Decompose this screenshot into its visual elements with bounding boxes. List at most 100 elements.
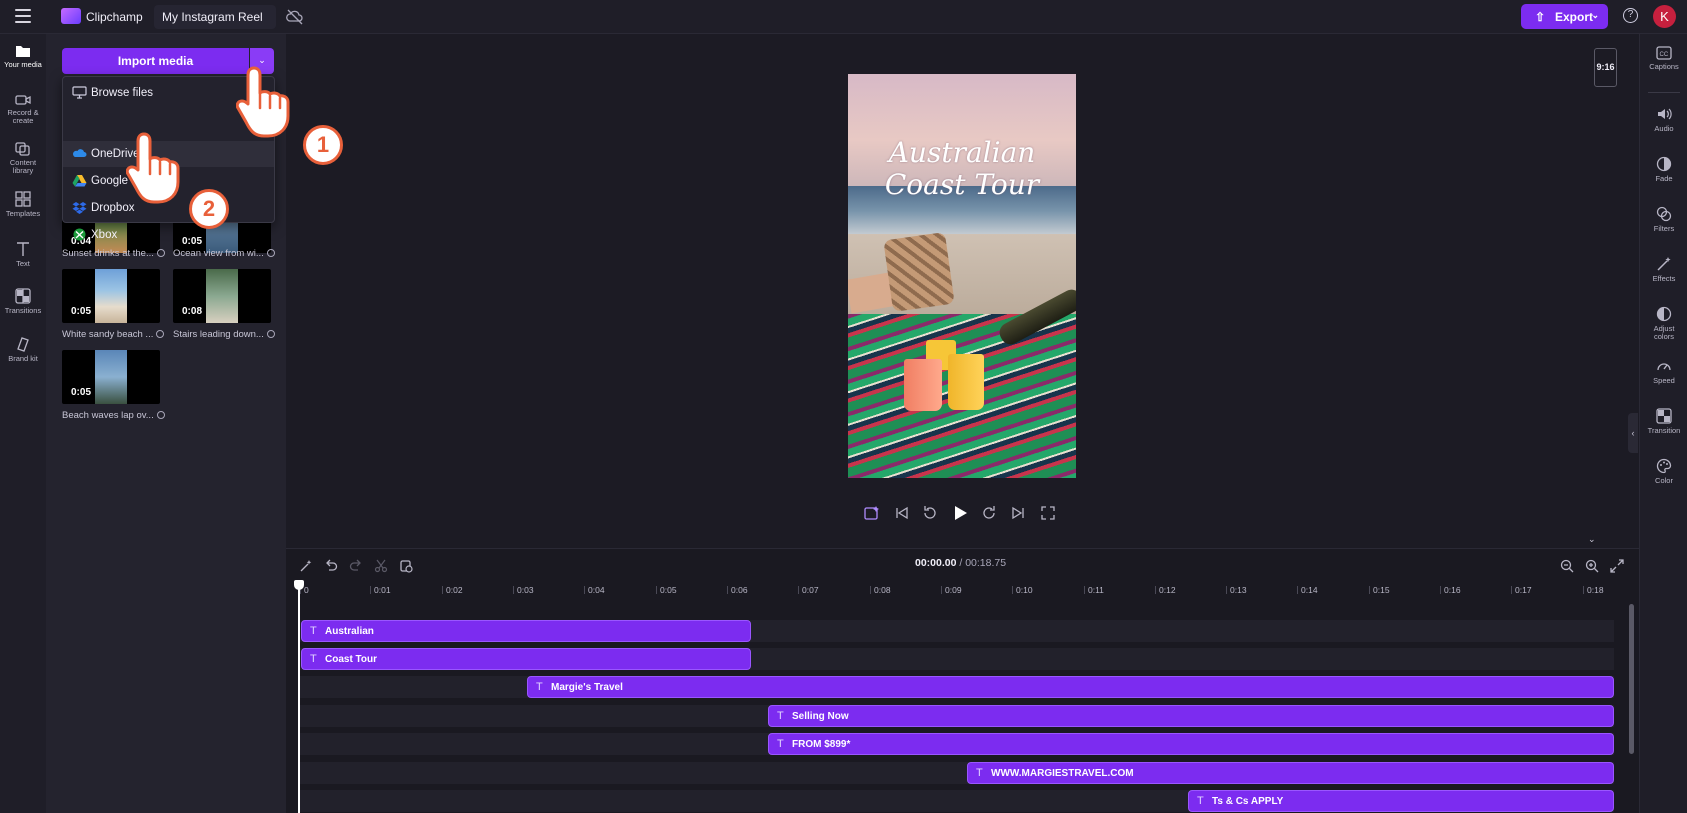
play-icon[interactable] (952, 505, 968, 521)
templates-icon (15, 191, 31, 207)
text-clip-icon: T (777, 738, 784, 750)
google-drive-icon (72, 175, 87, 187)
zoom-out-icon[interactable] (1560, 559, 1574, 573)
folder-icon (16, 46, 30, 57)
text-clip[interactable]: T Selling Now (768, 705, 1614, 727)
check-circle-icon (156, 330, 165, 338)
fullscreen-icon[interactable] (1040, 505, 1056, 521)
sidebar-item-transition[interactable]: Transition (1640, 408, 1687, 435)
sidebar-item-fade[interactable]: Fade (1640, 156, 1687, 183)
playhead[interactable] (294, 580, 304, 813)
avatar[interactable]: K (1653, 5, 1676, 28)
delete-icon[interactable] (399, 559, 413, 573)
check-circle-icon (156, 411, 165, 419)
clipchamp-logo-icon (61, 8, 81, 24)
adjust-colors-icon (1656, 306, 1672, 322)
magic-edit-icon[interactable] (864, 505, 880, 521)
sidebar-item-content-library[interactable]: Content library (0, 142, 46, 175)
sidebar-item-your-media[interactable]: Your media (0, 44, 46, 69)
cloud-sync-off-icon[interactable] (286, 9, 304, 25)
aspect-ratio-button[interactable]: 9:16 (1594, 48, 1617, 87)
forward-5-icon[interactable] (981, 505, 997, 521)
media-thumbnail[interactable]: 0:08 (173, 269, 271, 323)
scissors-icon[interactable] (374, 559, 388, 573)
sidebar-item-speed[interactable]: Speed (1640, 358, 1687, 385)
timeline-ruler[interactable]: 0 0:01 0:02 0:03 0:04 0:05 0:06 0:07 0:0… (286, 581, 1639, 601)
overlay-title-line2: Coast Tour (884, 168, 1040, 201)
sidebar-item-audio[interactable]: Audio (1640, 106, 1687, 133)
fit-timeline-icon[interactable] (1610, 559, 1624, 573)
text-clip-icon: T (976, 767, 983, 779)
text-clip[interactable]: T Coast Tour (301, 648, 751, 670)
hamburger-menu-icon[interactable] (15, 9, 31, 23)
monitor-icon (72, 86, 87, 99)
media-thumbnail[interactable]: 0:05 (62, 269, 160, 323)
sidebar-item-templates[interactable]: Templates (0, 191, 46, 218)
export-button[interactable]: ⇧ Export ⌄ (1521, 4, 1608, 29)
clipchamp-editor: Clipchamp My Instagram Reel ⇧ Export ⌄ ?… (0, 0, 1687, 813)
sidebar-item-record-create[interactable]: Record & create (0, 94, 46, 125)
sidebar-item-brand-kit[interactable]: Brand kit (0, 336, 46, 363)
speaker-icon (1658, 108, 1672, 120)
check-circle-icon (266, 330, 275, 338)
sidebar-item-text[interactable]: Text (0, 241, 46, 268)
fade-icon (1656, 156, 1672, 172)
transitions-icon (15, 288, 31, 304)
top-bar: Clipchamp My Instagram Reel ⇧ Export ⌄ ?… (0, 0, 1687, 34)
zoom-in-icon[interactable] (1585, 559, 1599, 573)
undo-icon[interactable] (324, 559, 338, 573)
skip-back-icon[interactable] (894, 505, 910, 521)
sidebar-item-filters[interactable]: Filters (1640, 206, 1687, 233)
redo-icon[interactable] (349, 559, 363, 573)
check-circle-icon (266, 249, 275, 257)
onedrive-icon (73, 149, 87, 157)
rewind-5-icon[interactable] (922, 505, 938, 521)
sidebar-divider (1648, 92, 1680, 93)
upload-arrow-icon: ⇧ (1535, 10, 1546, 24)
collapse-timeline-icon[interactable]: ⌄ (1588, 534, 1596, 545)
check-circle-icon (156, 249, 165, 257)
text-clip[interactable]: T Australian (301, 620, 751, 642)
video-camera-icon (15, 95, 31, 105)
text-clip-icon: T (1197, 795, 1204, 807)
sidebar-item-adjust-colors[interactable]: Adjust colors (1640, 306, 1687, 341)
media-label: Sunset drinks at the... (62, 248, 165, 259)
magic-select-icon[interactable] (299, 559, 313, 573)
text-clip-icon: T (310, 653, 317, 665)
text-clip[interactable]: T Margie's Travel (527, 676, 1614, 698)
skip-forward-icon[interactable] (1010, 505, 1026, 521)
text-icon (17, 242, 29, 256)
help-icon[interactable]: ? (1623, 8, 1638, 23)
dropbox-icon (72, 202, 87, 214)
sidebar-item-captions[interactable]: CC Captions (1640, 46, 1687, 71)
step-1-badge: 1 (303, 125, 343, 165)
media-label: Ocean view from wi... (173, 248, 275, 259)
sidebar-item-effects[interactable]: Effects (1640, 256, 1687, 283)
sidebar-item-transitions[interactable]: Transitions (0, 288, 46, 315)
text-clip-icon: T (777, 710, 784, 722)
timeline: 00:00.00 / 00:18.75 0 0:01 0:02 0:03 0:0… (286, 548, 1639, 813)
filters-icon (1656, 206, 1672, 222)
step-2-badge: 2 (189, 189, 229, 229)
text-clip-icon: T (310, 625, 317, 637)
export-label: Export (1555, 10, 1594, 24)
transition-icon (1656, 408, 1672, 424)
video-preview[interactable]: Australian Coast Tour (848, 74, 1076, 478)
project-name-field[interactable]: My Instagram Reel (154, 5, 276, 29)
brand-kit-icon (17, 337, 29, 352)
text-clip[interactable]: T WWW.MARGIESTRAVEL.COM (967, 762, 1614, 784)
app-name: Clipchamp (86, 10, 143, 24)
color-palette-icon (1656, 458, 1672, 474)
text-clip[interactable]: T FROM $899* (768, 733, 1614, 755)
text-clip-icon: T (536, 681, 543, 693)
menu-item-xbox[interactable]: Xbox (63, 222, 274, 248)
collapse-properties-panel-icon[interactable]: ‹ (1628, 413, 1638, 453)
media-label: White sandy beach ... (62, 329, 165, 340)
import-media-button[interactable]: Import media (62, 48, 249, 74)
sidebar-item-color[interactable]: Color (1640, 458, 1687, 485)
pointer-hand-icon (236, 66, 290, 138)
timeline-scrollbar[interactable] (1629, 604, 1634, 754)
media-thumbnail[interactable]: 0:05 (62, 350, 160, 404)
overlay-title-line1: Australian (888, 136, 1036, 169)
text-clip[interactable]: T Ts & Cs APPLY (1188, 790, 1614, 812)
